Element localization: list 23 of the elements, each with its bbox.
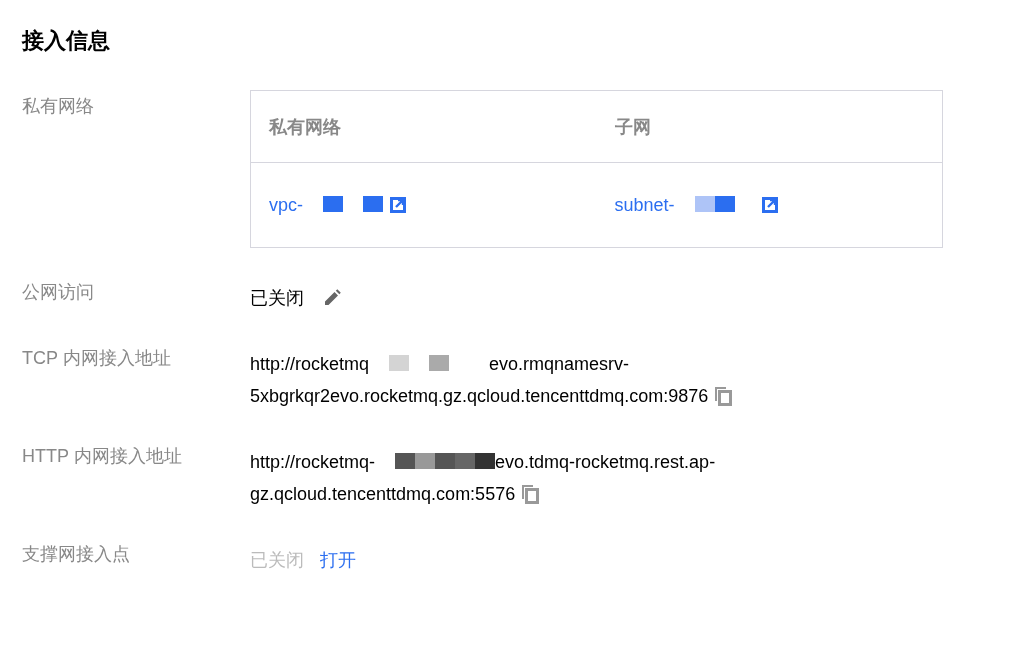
field-label: HTTP 内网接入地址 bbox=[22, 445, 183, 469]
external-link-icon[interactable] bbox=[760, 196, 779, 215]
address-text: http://rocketmq bbox=[250, 353, 370, 377]
address-text: gz.qcloud.tencenttdmq.com:5576 bbox=[250, 483, 516, 507]
field-label: 公网访问 bbox=[22, 281, 95, 305]
resource-link[interactable]: vpc- bbox=[269, 189, 303, 222]
field-label: 支撑网接入点 bbox=[22, 543, 131, 567]
field-label: 私有网络 bbox=[22, 95, 95, 119]
address-text: http://rocketmq- bbox=[250, 451, 376, 475]
open-link[interactable]: 打开 bbox=[320, 544, 356, 577]
resource-link[interactable]: subnet- bbox=[614, 189, 675, 222]
external-link-icon[interactable] bbox=[389, 196, 407, 215]
address-text: 5xbgrkqr2evo.rocketmq.gz.qcloud.tencenttdmq.com:9876 bbox=[250, 385, 709, 409]
column-header: 子网 bbox=[613, 115, 652, 139]
section-title: 接入信息 bbox=[22, 28, 111, 55]
field-label: TCP 内网接入地址 bbox=[22, 347, 172, 371]
copy-icon[interactable] bbox=[521, 484, 540, 505]
status-text: 已关闭 bbox=[250, 549, 304, 573]
status-text: 已关闭 bbox=[250, 287, 304, 311]
address-text: evo.rmqnamesrv- bbox=[489, 353, 630, 377]
copy-icon[interactable] bbox=[714, 386, 733, 407]
column-header: 私有网络 bbox=[268, 115, 342, 139]
address-text: evo.tdmq-rocketmq.rest.ap- bbox=[495, 451, 716, 475]
